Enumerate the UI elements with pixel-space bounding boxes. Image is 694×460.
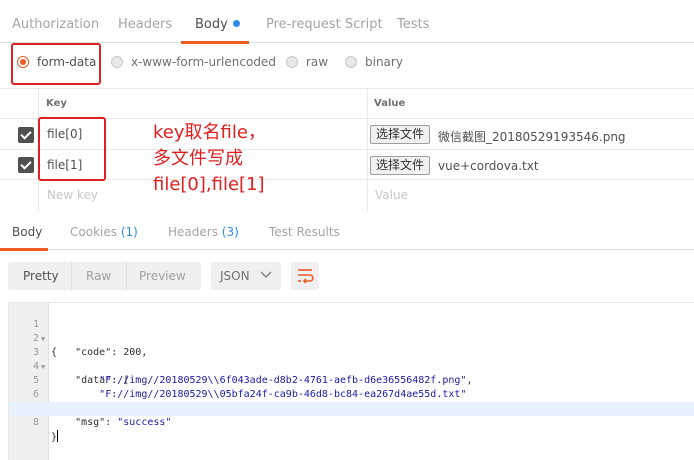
text-cursor [57,430,59,442]
view-mode-group: Pretty Raw Preview [8,262,201,290]
code-text: } [51,430,59,443]
code-line-current: 8 } [9,402,694,443]
choose-file-button[interactable]: 选择文件 [370,125,431,144]
response-tab-cookies[interactable]: Cookies (1) [70,225,138,239]
selected-file-name: vue+cordova.txt [438,159,539,173]
json-value-msg: "success" [117,417,172,428]
tab-body[interactable]: Body [195,17,240,32]
headers-tab-label: Headers [168,225,218,239]
response-tab-headers[interactable]: Headers (3) [168,225,239,239]
code-line: 4 "F://img//20180529\\6f043ade-d8b2-4761… [9,346,694,386]
cookies-tab-label: Cookies [70,225,117,239]
response-tab-test-results[interactable]: Test Results [269,225,340,239]
radio-unchecked-icon [286,56,298,68]
key-column-header: Key [46,98,67,109]
code-line: 1 ▼ { [9,304,694,358]
table-new-row: New key Value [0,180,694,211]
raw-button[interactable]: Raw [86,269,111,283]
code-line: 2 "code": 200, [9,318,694,358]
form-data-highlight-box [11,43,101,85]
choose-file-button[interactable]: 选择文件 [370,156,431,175]
response-tab-body[interactable]: Body [12,225,42,239]
radio-binary-label: binary [365,55,403,69]
tab-prerequest-script[interactable]: Pre-request Script [266,17,383,32]
annotation-line-3: file[0],file[1] [153,174,265,195]
pretty-button[interactable]: Pretty [23,269,59,283]
row-enabled-checkbox[interactable] [18,157,34,173]
radio-raw[interactable]: raw [286,55,328,69]
selected-file-name: 微信截图_20180529193546.png [438,130,626,144]
body-type-options: form-data x-www-form-urlencoded raw bina… [0,44,694,88]
request-tabs: Authorization Headers Body Pre-request S… [0,0,694,44]
annotation-note: key取名file， 多文件写成 file[0],file[1] [153,120,266,198]
headers-count: (3) [221,225,239,239]
code-text: "msg": "success" [75,417,172,428]
value-column-header: Value [374,98,406,109]
response-tabs: Body Cookies (1) Headers (3) Test Result… [0,212,694,251]
line-number: 8 [32,417,39,428]
keys-highlight-box [38,117,106,181]
wrap-lines-button[interactable] [291,262,319,290]
wrap-lines-icon [298,269,314,284]
code-line: 5 "F://img//20180529\\05bfa24f-ca9b-46d8… [9,360,694,400]
annotation-line-1: key取名file， [153,122,266,143]
view-divider [71,262,72,290]
code-line: 7 "msg": "success" [9,388,694,428]
modified-dot-icon [232,20,240,27]
radio-raw-label: raw [306,55,329,69]
json-key-msg: "msg" [75,417,106,428]
preview-button[interactable]: Preview [139,269,186,283]
tab-body-label: Body [195,17,228,32]
annotation-line-2: 多文件写成 [153,148,243,169]
table-header-row: Key Value [0,89,694,119]
radio-unchecked-icon [345,56,357,68]
radio-binary[interactable]: binary [345,55,403,69]
view-divider [126,262,127,290]
tab-tests[interactable]: Tests [397,17,429,32]
response-toolbar: Pretty Raw Preview JSON [0,250,694,302]
new-value-input[interactable]: Value [375,188,408,202]
code-line: 3 ▼ "data": [ [9,332,694,386]
cookies-count: (1) [120,225,138,239]
new-key-input[interactable]: New key [47,188,98,202]
format-select[interactable]: JSON [211,262,281,290]
radio-unchecked-icon [111,56,123,68]
tab-headers[interactable]: Headers [118,17,172,32]
radio-urlencoded[interactable]: x-www-form-urlencoded [111,55,276,69]
response-body-editor[interactable]: 1 ▼ { 2 "code": 200, 3 ▼ "data": [ 4 "F:… [8,302,694,460]
tab-authorization[interactable]: Authorization [12,17,99,32]
format-select-value: JSON [220,269,250,283]
row-enabled-checkbox[interactable] [18,127,34,143]
code-line: 6 ], [9,374,694,414]
chevron-down-icon [260,271,272,279]
radio-urlencoded-label: x-www-form-urlencoded [131,55,276,69]
